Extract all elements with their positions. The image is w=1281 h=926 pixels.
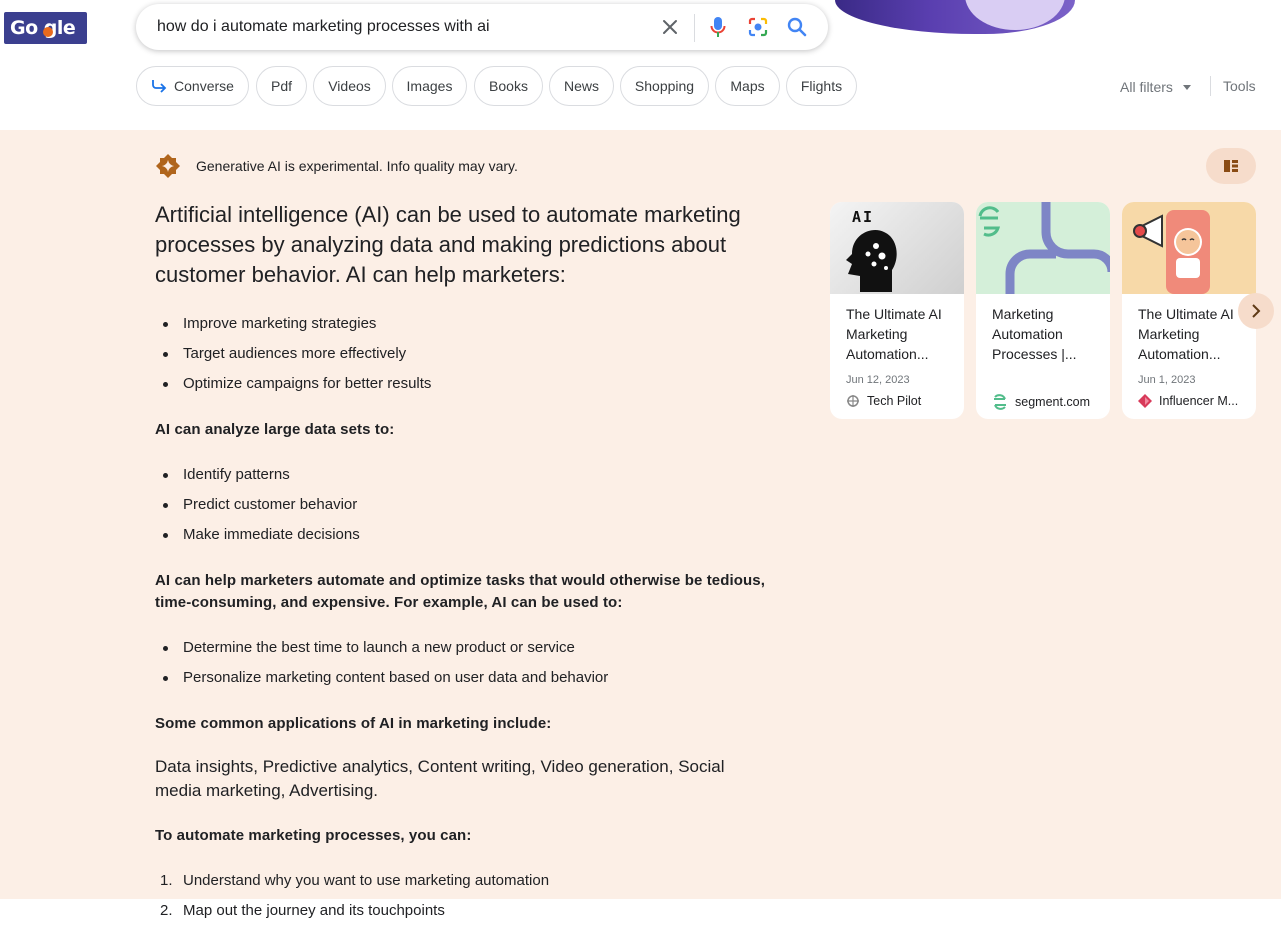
analysis-list: Identify patterns Predict customer behav… [155, 460, 775, 550]
chip-shopping[interactable]: Shopping [620, 66, 709, 106]
dropdown-caret-icon [1183, 85, 1191, 90]
next-sources-button[interactable] [1238, 293, 1274, 329]
chip-videos[interactable]: Videos [313, 66, 386, 106]
robot-megaphone-icon [1133, 210, 1210, 294]
chip-books[interactable]: Books [474, 66, 543, 106]
source-thumbnail: AI [830, 202, 964, 294]
source-title: Marketing Automation Processes |... [992, 306, 1077, 362]
ai-head-icon [846, 230, 897, 292]
list-item: 2. Map out the journey and its touchpoint… [155, 896, 775, 926]
step-number: 2. [160, 902, 173, 919]
source-title: The Ultimate AI Marketing Automation... [846, 306, 942, 362]
source-title: The Ultimate AI Marketing Automation... [1138, 306, 1234, 362]
list-item: Target audiences more effectively [155, 339, 775, 369]
clear-icon[interactable] [658, 15, 682, 39]
section-heading: To automate marketing processes, you can… [155, 827, 472, 844]
list-item: Optimize campaigns for better results [155, 369, 775, 399]
section-heading: AI can analyze large data sets to: [155, 421, 395, 438]
chip-converse[interactable]: Converse [136, 66, 249, 106]
source-card[interactable]: Marketing Automation Processes |... segm… [976, 202, 1110, 419]
step-number: 1. [160, 872, 173, 889]
list-item: 1. Understand why you want to use marketi… [155, 866, 775, 896]
ai-lead-paragraph: Artificial intelligence (AI) can be used… [155, 202, 741, 287]
chevron-right-icon [1252, 304, 1261, 318]
segment-art-icon [978, 202, 1110, 294]
chip-label: Images [406, 78, 453, 94]
segment-favicon-icon [994, 394, 1006, 410]
ai-overview-content: Artificial intelligence (AI) can be used… [155, 200, 775, 926]
chip-label: Videos [328, 78, 371, 94]
chip-maps[interactable]: Maps [715, 66, 780, 106]
source-card[interactable]: The Ultimate AI Marketing Automation... … [1122, 202, 1256, 419]
lens-camera-icon[interactable] [746, 15, 770, 39]
section-heading: AI can help marketers automate and optim… [155, 572, 766, 611]
chip-images[interactable]: Images [392, 66, 467, 106]
list-item: Predict customer behavior [155, 490, 775, 520]
search-icon[interactable] [785, 15, 809, 39]
layout-icon [1224, 160, 1238, 172]
converse-arrow-icon [152, 80, 167, 93]
source-site-name: Influencer M... [1159, 394, 1239, 408]
step-text: Map out the journey and its touchpoints [183, 902, 445, 919]
chip-label: Converse [174, 78, 234, 94]
list-item: Determine the best time to launch a new … [155, 633, 775, 663]
google-doodle-logo[interactable]: Go gle [4, 12, 87, 44]
ai-disclaimer: Generative AI is experimental. Info qual… [196, 158, 518, 174]
chip-label: Shopping [634, 78, 695, 94]
chip-label: News [563, 78, 599, 94]
list-item: Identify patterns [155, 460, 775, 490]
source-thumbnail [976, 202, 1110, 294]
chip-pdf[interactable]: Pdf [256, 66, 307, 106]
chip-label: Flights [800, 78, 843, 94]
microphone-icon[interactable] [706, 15, 730, 39]
source-site: Influencer M... [1138, 394, 1238, 408]
logo-text: Go gle [10, 17, 76, 39]
use-cases-list: Determine the best time to launch a new … [155, 633, 775, 693]
benefits-list: Improve marketing strategies Target audi… [155, 309, 775, 399]
chip-flights[interactable]: Flights [786, 66, 857, 106]
section-heading: Some common applications of AI in market… [155, 715, 552, 732]
search-input[interactable]: how do i automate marketing processes wi… [157, 18, 490, 36]
toolbar-divider [1210, 76, 1211, 96]
layout-toggle-button[interactable] [1206, 148, 1256, 184]
chip-label: Pdf [270, 78, 292, 94]
influencer-favicon-icon [1138, 394, 1152, 408]
logo-doodle-dot [43, 27, 53, 37]
header: Go gle how do i automate marketing proce… [0, 0, 1281, 130]
chip-label: Maps [730, 78, 765, 94]
chip-news[interactable]: News [549, 66, 614, 106]
search-box[interactable]: how do i automate marketing processes wi… [136, 4, 828, 50]
list-item: Personalize marketing content based on u… [155, 663, 775, 693]
list-item: Make immediate decisions [155, 520, 775, 550]
source-site: segment.com [992, 394, 1090, 410]
doodle-banner [835, 0, 1075, 34]
steps-list: 1. Understand why you want to use marketi… [155, 866, 775, 926]
techpilot-favicon-icon [847, 395, 859, 407]
source-thumbnail [1122, 202, 1256, 294]
doodle-moon [965, 0, 1065, 30]
applications-paragraph: Data insights, Predictive analytics, Con… [155, 757, 725, 800]
search-divider [694, 14, 695, 42]
source-date: Jun 1, 2023 [1138, 374, 1196, 386]
list-item: Improve marketing strategies [155, 309, 775, 339]
source-site: Tech Pilot [846, 394, 921, 408]
step-text: Understand why you want to use marketing… [183, 872, 550, 889]
all-filters-button[interactable]: All filters [1120, 79, 1173, 95]
source-site-name: Tech Pilot [867, 394, 922, 408]
source-card[interactable]: AI The Ultimate AI Marketing Automation.… [830, 202, 964, 419]
chip-label: Books [489, 78, 528, 94]
source-site-name: segment.com [1015, 395, 1091, 409]
generative-ai-icon [155, 153, 181, 179]
tools-button[interactable]: Tools [1223, 78, 1256, 94]
source-date: Jun 12, 2023 [846, 374, 910, 386]
